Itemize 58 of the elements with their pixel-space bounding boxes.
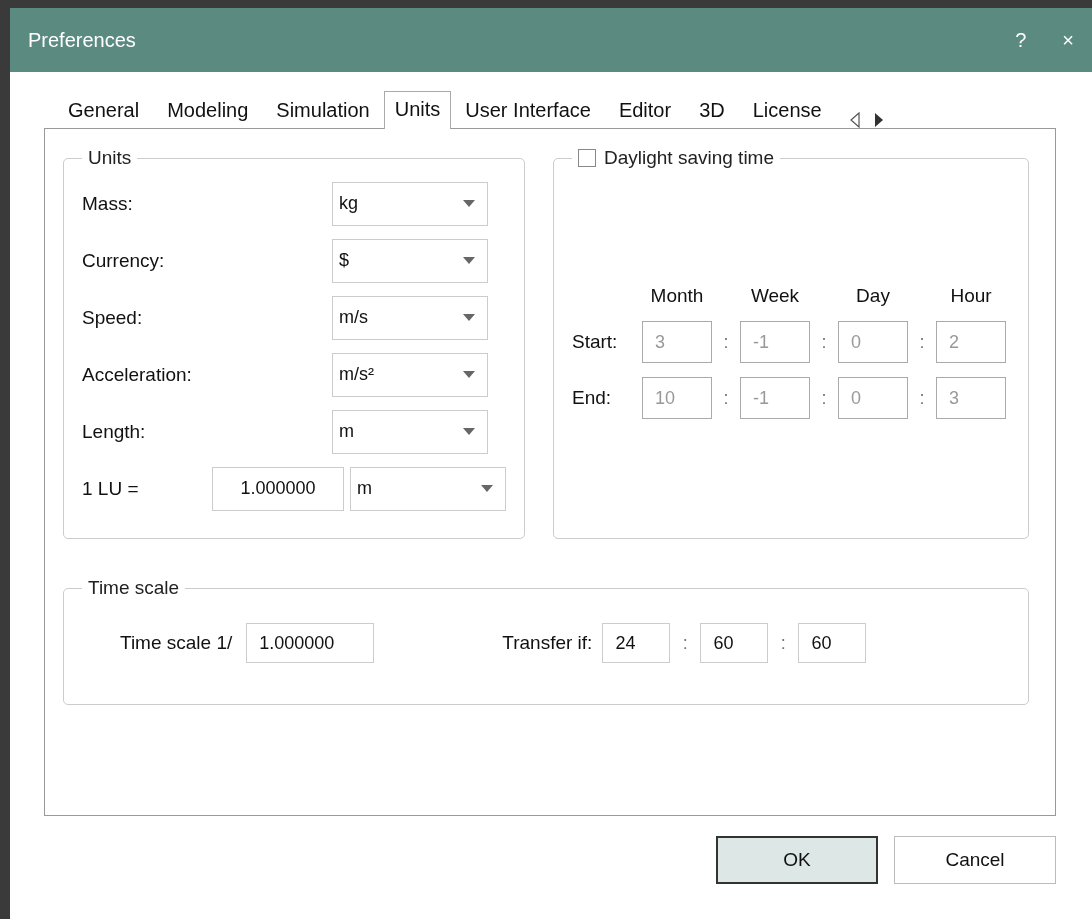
separator: : bbox=[820, 387, 828, 409]
tab[interactable]: User Interface bbox=[451, 95, 605, 128]
checkbox[interactable] bbox=[578, 149, 596, 167]
separator: : bbox=[779, 632, 787, 654]
ok-button[interactable]: OK bbox=[716, 836, 878, 884]
field-label: Mass: bbox=[82, 192, 134, 215]
field-label: Acceleration: bbox=[82, 363, 193, 386]
separator: : bbox=[918, 331, 926, 353]
separator: : bbox=[722, 387, 730, 409]
dropdown-arrow-icon bbox=[463, 200, 475, 207]
number-field[interactable]: 1.000000 bbox=[212, 466, 344, 511]
column-header: Month bbox=[649, 285, 705, 307]
field-label: Time scale 1/ bbox=[120, 632, 233, 654]
dropdown-arrow-icon bbox=[463, 371, 475, 378]
group-title: Time scale bbox=[87, 577, 181, 599]
tab[interactable]: Units bbox=[383, 91, 452, 129]
column-header: Hour bbox=[949, 285, 993, 307]
number-field[interactable]: 60 bbox=[700, 623, 769, 663]
checkbox-label: Daylight saving time bbox=[604, 147, 775, 169]
separator: : bbox=[722, 331, 730, 353]
number-field[interactable]: 1.000000 bbox=[246, 623, 375, 663]
help-button[interactable]: ? bbox=[1015, 28, 1027, 52]
unit-dropdown[interactable]: m/s bbox=[332, 295, 488, 340]
tab[interactable]: Modeling bbox=[153, 95, 263, 128]
tab[interactable]: Editor bbox=[604, 95, 686, 128]
window-title: Preferences bbox=[28, 28, 137, 52]
cancel-button[interactable]: Cancel bbox=[894, 836, 1056, 884]
separator: : bbox=[681, 632, 689, 654]
separator: : bbox=[820, 331, 828, 353]
field-label: Length: bbox=[82, 420, 147, 443]
tab[interactable]: 3D bbox=[685, 95, 739, 128]
dropdown-arrow-icon bbox=[481, 485, 493, 492]
field-label: Transfer if: bbox=[502, 632, 593, 654]
row-label: Start: bbox=[572, 331, 619, 353]
tab[interactable]: Simulation bbox=[262, 95, 384, 128]
separator: : bbox=[918, 387, 926, 409]
column-header: Day bbox=[855, 285, 891, 307]
unit-dropdown[interactable]: m bbox=[332, 409, 488, 454]
tab[interactable]: License bbox=[738, 95, 836, 128]
number-field[interactable]: 60 bbox=[798, 623, 867, 663]
unit-dropdown[interactable]: $ bbox=[332, 238, 488, 283]
row-label: End: bbox=[572, 387, 613, 409]
field-label: 1 LU = bbox=[82, 477, 140, 500]
close-button[interactable]: × bbox=[1062, 28, 1074, 52]
tab[interactable]: General bbox=[54, 95, 154, 128]
group-title: Units bbox=[87, 147, 133, 169]
dropdown-arrow-icon bbox=[463, 257, 475, 264]
unit-dropdown[interactable]: m bbox=[350, 466, 506, 511]
scroll-right-icon[interactable] bbox=[873, 112, 884, 128]
scroll-left-icon[interactable] bbox=[849, 112, 860, 128]
field-label: Speed: bbox=[82, 306, 144, 329]
dropdown-arrow-icon bbox=[463, 428, 475, 435]
unit-dropdown[interactable]: kg bbox=[332, 181, 488, 226]
number-field[interactable]: 24 bbox=[602, 623, 671, 663]
unit-dropdown[interactable]: m/s² bbox=[332, 352, 488, 397]
dropdown-arrow-icon bbox=[463, 314, 475, 321]
column-header: Week bbox=[749, 285, 801, 307]
field-label: Currency: bbox=[82, 249, 166, 272]
